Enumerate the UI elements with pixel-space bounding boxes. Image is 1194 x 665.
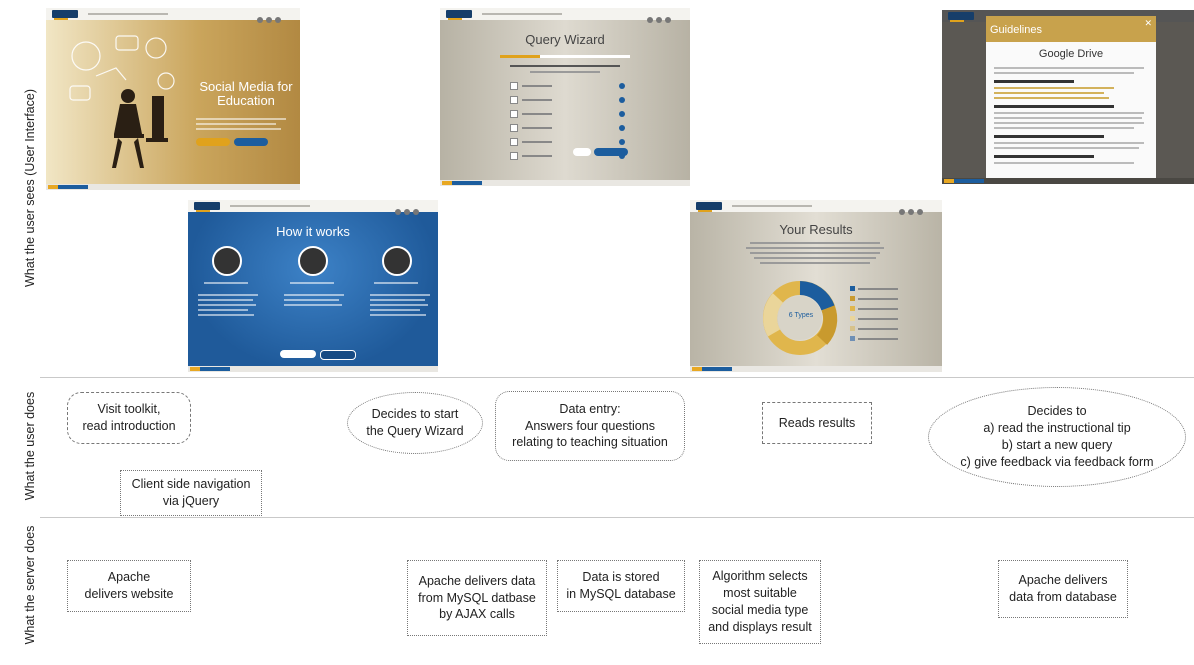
wizard-title: Query Wizard [525, 32, 605, 47]
lane-label-user-does: What the user does [23, 391, 37, 501]
screenshot-how-it-works: How it works [188, 200, 438, 372]
user-action-decides-to: Decides to a) read the instructional tip… [928, 387, 1186, 487]
how-title: How it works [276, 224, 350, 239]
server-action-data-stored: Data is stored in MySQL database [557, 560, 685, 612]
screenshot-query-wizard: Query Wizard [440, 8, 690, 186]
lane-separator [40, 377, 1194, 378]
person-at-computer-illustration [69, 35, 175, 168]
wizard-next-button[interactable] [594, 148, 628, 156]
screenshot-results: Your Results 6 Types [690, 200, 942, 372]
how-back-button[interactable] [280, 350, 316, 358]
user-action-decide-start-wizard: Decides to start the Query Wizard [347, 392, 483, 454]
guidelines-title: Google Drive [1038, 48, 1104, 60]
server-action-apache-ajax: Apache delivers data from MySQL datbase … [407, 560, 547, 636]
step-3-icon [382, 246, 412, 276]
step-2-icon [298, 246, 328, 276]
user-action-reads-results: Reads results [762, 402, 872, 444]
results-legend [850, 286, 910, 346]
home-start-button[interactable] [196, 138, 230, 146]
server-action-apache-website: Apache delivers website [67, 560, 191, 612]
screenshot-guidelines: Guidelines ✕ Google Drive [942, 10, 1194, 184]
user-action-data-entry: Data entry: Answers four questions relat… [495, 391, 685, 461]
how-start-button[interactable] [320, 350, 356, 360]
home-quickstart-button[interactable] [234, 138, 268, 146]
results-title: Your Results [779, 222, 853, 237]
user-action-client-navigation: Client side navigation via jQuery [120, 470, 262, 516]
guidelines-header: Guidelines [990, 24, 1042, 36]
wizard-back-button[interactable] [573, 148, 591, 156]
user-action-visit-toolkit: Visit toolkit, read introduction [67, 392, 191, 444]
step-1-icon [212, 246, 242, 276]
guidelines-panel: Guidelines ✕ Google Drive [986, 16, 1156, 184]
lane-label-user-sees: What the user sees (User Interface) [23, 89, 37, 287]
home-hero-title: Social Media for Education [199, 79, 293, 109]
donut-center-label: 6 Types [788, 312, 814, 319]
server-action-algorithm: Algorithm selects most suitable social m… [699, 560, 821, 644]
screenshot-home: Social Media for Education [46, 8, 300, 190]
server-action-apache-database: Apache delivers data from database [998, 560, 1128, 618]
lane-label-server-does: What the server does [23, 525, 37, 645]
lane-separator [40, 517, 1194, 518]
close-icon[interactable]: ✕ [1144, 18, 1152, 29]
